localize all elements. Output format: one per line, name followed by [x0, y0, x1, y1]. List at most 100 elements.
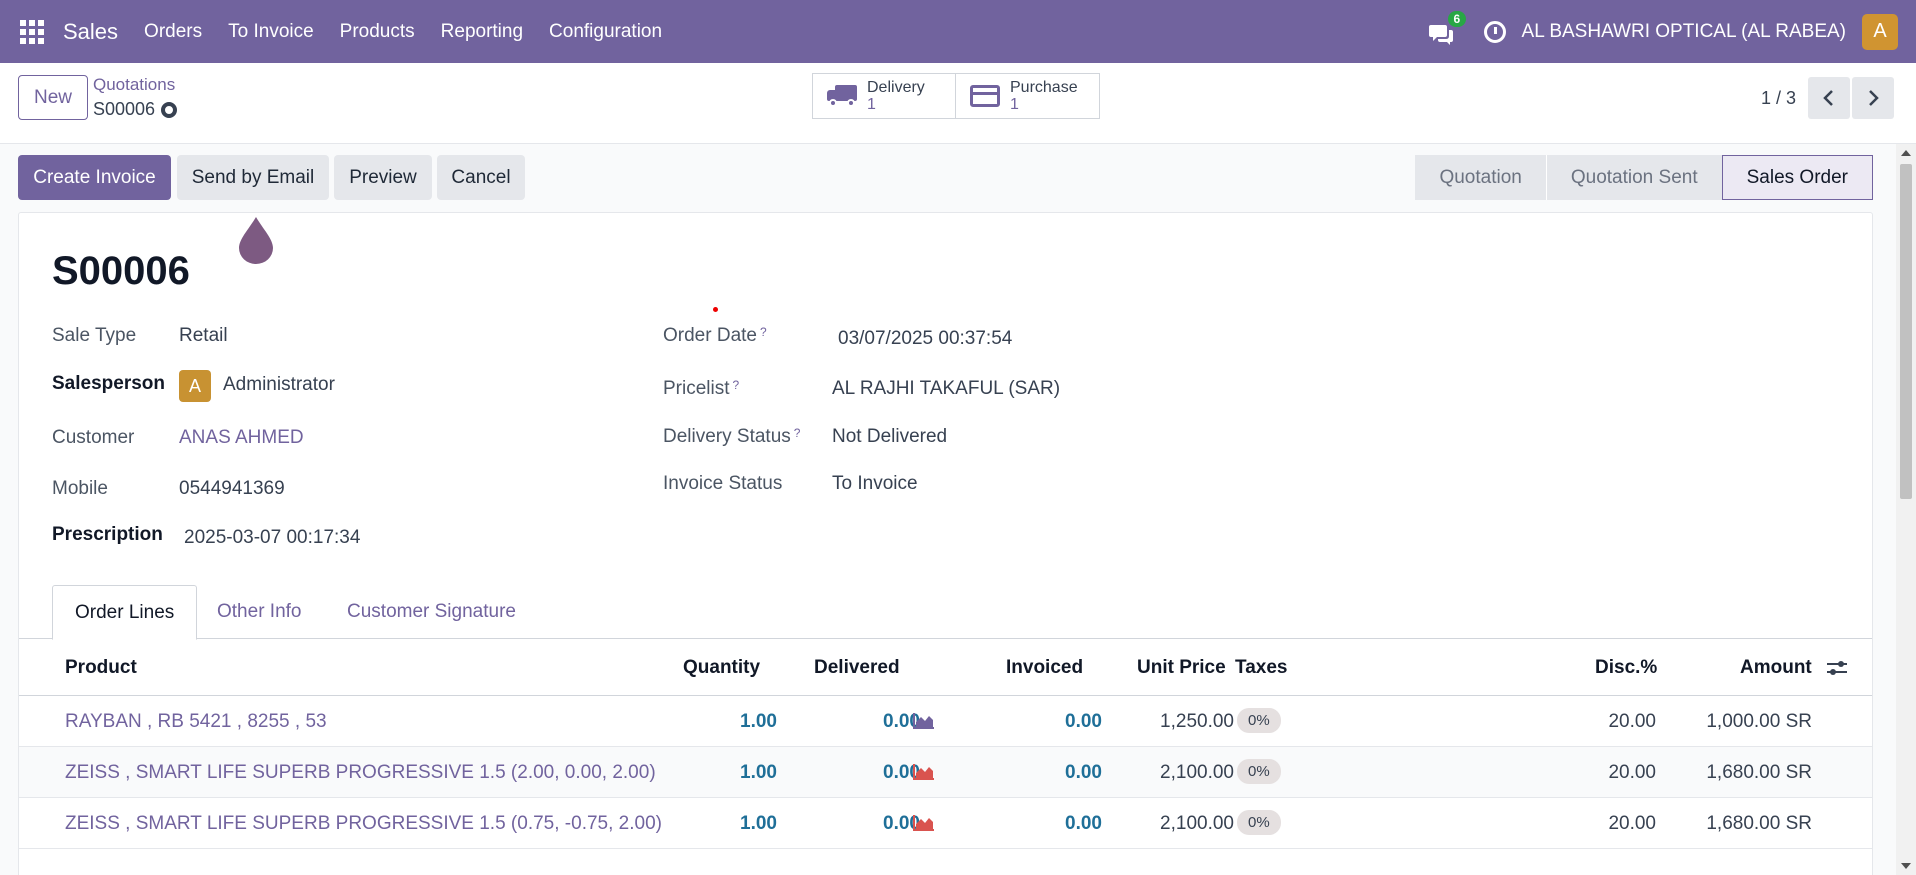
sale-type-value[interactable]: Retail — [179, 325, 228, 347]
tax-badge[interactable]: 0% — [1237, 810, 1281, 835]
purchase-count: 1 — [1010, 96, 1019, 113]
create-invoice-button[interactable]: Create Invoice — [18, 155, 171, 200]
pager-value[interactable]: 1 / 3 — [1761, 88, 1796, 109]
menu-to-invoice[interactable]: To Invoice — [228, 21, 314, 43]
app-name[interactable]: Sales — [63, 19, 118, 45]
pager-previous-button[interactable] — [1808, 77, 1850, 119]
activity-clock-icon[interactable] — [1483, 20, 1506, 43]
chat-count-badge: 6 — [1447, 10, 1467, 27]
header-amount[interactable]: Amount — [1740, 657, 1812, 679]
row-disc[interactable]: 20.00 — [1608, 711, 1656, 733]
column-settings-icon[interactable] — [1826, 659, 1848, 677]
chevron-left-icon — [1823, 90, 1833, 106]
header-disc[interactable]: Disc.% — [1595, 657, 1657, 679]
send-by-email-button[interactable]: Send by Email — [177, 155, 329, 200]
table-row[interactable]: ZEISS , SMART LIFE SUPERB PROGRESSIVE 1.… — [19, 747, 1872, 798]
table-row[interactable]: RAYBAN , RB 5421 , 8255 , 53 1.00 0.00 0… — [19, 696, 1872, 747]
delivery-count: 1 — [867, 96, 876, 113]
row-unit-price[interactable]: 1,250.00 — [1160, 711, 1234, 733]
purchase-smart-button[interactable]: Purchase 1 — [956, 73, 1100, 119]
mobile-label: Mobile — [52, 478, 108, 499]
action-bar: Create Invoice Send by Email Preview Can… — [0, 144, 1896, 212]
status-bar: Quotation Quotation Sent Sales Order — [1415, 155, 1873, 200]
row-product[interactable]: ZEISS , SMART LIFE SUPERB PROGRESSIVE 1.… — [65, 813, 662, 835]
chat-icon[interactable]: 6 — [1428, 10, 1467, 47]
header-invoiced[interactable]: Invoiced — [1006, 657, 1083, 679]
row-disc[interactable]: 20.00 — [1608, 762, 1656, 784]
invoice-status-label: Invoice Status — [663, 473, 783, 494]
row-quantity[interactable]: 1.00 — [740, 711, 777, 733]
cancel-button[interactable]: Cancel — [437, 155, 525, 200]
pricelist-label-text: Pricelist — [663, 378, 730, 399]
row-unit-price[interactable]: 2,100.00 — [1160, 762, 1234, 784]
mobile-value[interactable]: 0544941369 — [179, 478, 285, 500]
scroll-down-arrow-icon[interactable] — [1901, 863, 1911, 869]
customer-value[interactable]: ANAS AHMED — [179, 427, 304, 449]
tab-order-lines[interactable]: Order Lines — [52, 585, 198, 640]
menu-products[interactable]: Products — [340, 21, 415, 43]
pager-next-button[interactable] — [1852, 77, 1894, 119]
tab-customer-signature[interactable]: Customer Signature — [325, 585, 538, 639]
row-invoiced: 0.00 — [1065, 762, 1102, 783]
stage-quotation[interactable]: Quotation — [1415, 155, 1546, 200]
stage-quotation-sent[interactable]: Quotation Sent — [1545, 155, 1722, 200]
scroll-up-arrow-icon[interactable] — [1901, 150, 1911, 156]
header-unit-price[interactable]: Unit Price — [1137, 657, 1226, 679]
row-disc[interactable]: 20.00 — [1608, 813, 1656, 835]
delivery-status-value: Not Delivered — [832, 426, 948, 447]
row-invoiced: 0.00 — [1065, 813, 1102, 834]
breadcrumb-current: S00006 — [93, 99, 178, 120]
menu-orders[interactable]: Orders — [144, 21, 202, 43]
gear-icon[interactable] — [161, 101, 178, 118]
company-switcher[interactable]: AL BASHAWRI OPTICAL (AL RABEA) — [1522, 21, 1846, 43]
forecast-chart-icon[interactable] — [913, 713, 935, 729]
chevron-right-icon — [1869, 90, 1879, 106]
tax-badge[interactable]: 0% — [1237, 708, 1281, 733]
row-quantity[interactable]: 1.00 — [740, 762, 777, 784]
header-delivered[interactable]: Delivered — [814, 657, 900, 679]
salesperson-value[interactable]: Administrator — [223, 374, 335, 396]
breadcrumb: Quotations S00006 — [93, 75, 178, 120]
delivery-smart-button[interactable]: Delivery 1 — [812, 73, 956, 119]
top-navbar: Sales Orders To Invoice Products Reporti… — [0, 0, 1916, 63]
smart-buttons: Delivery 1 Purchase 1 — [812, 73, 1100, 119]
breadcrumb-current-label: S00006 — [93, 99, 156, 119]
row-product[interactable]: RAYBAN , RB 5421 , 8255 , 53 — [65, 711, 327, 733]
new-button[interactable]: New — [18, 75, 88, 120]
apps-menu-icon[interactable] — [0, 0, 63, 63]
row-product[interactable]: ZEISS , SMART LIFE SUPERB PROGRESSIVE 1.… — [65, 762, 656, 784]
stage-sales-order[interactable]: Sales Order — [1721, 155, 1873, 200]
table-row[interactable]: ZEISS , SMART LIFE SUPERB PROGRESSIVE 1.… — [19, 798, 1872, 849]
help-icon[interactable]: ? — [794, 426, 801, 440]
menu-reporting[interactable]: Reporting — [441, 21, 523, 43]
notebook-tabs: Order Lines Other Info Customer Signatur… — [19, 585, 1872, 640]
breadcrumb-quotations[interactable]: Quotations — [93, 75, 177, 95]
help-icon[interactable]: ? — [760, 325, 767, 339]
page-scrollbar[interactable] — [1896, 144, 1916, 875]
order-lines-table: Product Quantity Delivered Invoiced Unit… — [19, 639, 1872, 849]
tax-badge[interactable]: 0% — [1237, 759, 1281, 784]
header-quantity[interactable]: Quantity — [683, 657, 760, 679]
tab-other-info[interactable]: Other Info — [195, 585, 324, 639]
preview-button[interactable]: Preview — [334, 155, 432, 200]
user-avatar[interactable]: A — [1862, 13, 1898, 50]
forecast-chart-icon[interactable] — [913, 815, 935, 831]
purchase-label: Purchase — [1010, 79, 1078, 96]
prescription-value[interactable]: 2025-03-07 00:17:34 — [184, 527, 360, 549]
truck-icon — [827, 85, 857, 107]
prescription-label: Prescription — [52, 524, 163, 545]
header-product[interactable]: Product — [65, 657, 137, 679]
menu-configuration[interactable]: Configuration — [549, 21, 662, 43]
customer-label: Customer — [52, 427, 135, 448]
header-taxes[interactable]: Taxes — [1235, 657, 1287, 679]
pricelist-label: Pricelist? — [663, 378, 739, 400]
credit-card-icon — [970, 85, 1000, 107]
row-quantity[interactable]: 1.00 — [740, 813, 777, 835]
scrollbar-thumb[interactable] — [1900, 164, 1912, 499]
delivery-status-label: Delivery Status? — [663, 426, 800, 448]
forecast-chart-icon[interactable] — [913, 764, 935, 780]
pricelist-value[interactable]: AL RAJHI TAKAFUL (SAR) — [832, 378, 1060, 400]
row-unit-price[interactable]: 2,100.00 — [1160, 813, 1234, 835]
help-icon[interactable]: ? — [733, 378, 740, 392]
order-date-value[interactable]: 03/07/2025 00:37:54 — [838, 328, 1012, 350]
